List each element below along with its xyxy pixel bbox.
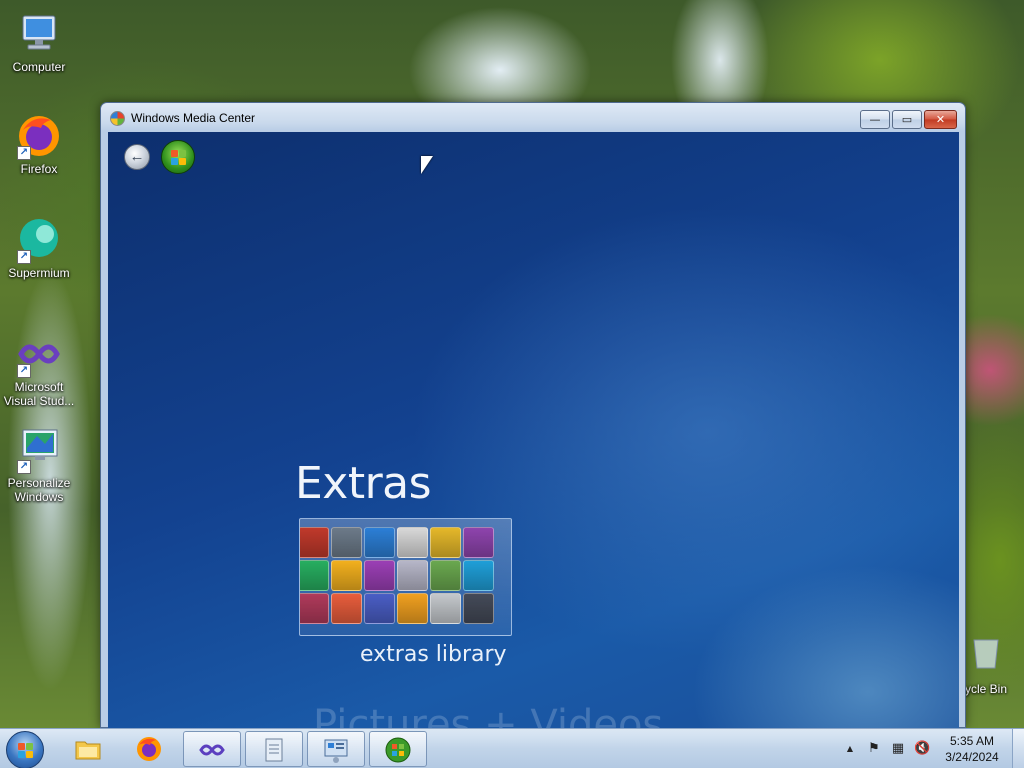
extras-app-tile bbox=[430, 560, 461, 591]
mouse-cursor-icon bbox=[421, 156, 433, 174]
show-hidden-icons-button[interactable]: ▲ bbox=[842, 741, 858, 757]
volume-muted-icon[interactable]: 🔇 bbox=[914, 741, 930, 757]
extras-app-tile bbox=[364, 560, 395, 591]
extras-app-tile bbox=[300, 560, 329, 591]
desktop-icon-label: Microsoft Visual Stud... bbox=[3, 380, 75, 408]
shortcut-arrow-icon: ↗ bbox=[17, 146, 31, 160]
extras-app-tile bbox=[397, 560, 428, 591]
document-icon bbox=[265, 738, 283, 762]
folder-icon bbox=[75, 741, 101, 760]
media-center-start-button[interactable] bbox=[161, 140, 195, 174]
extras-app-tile bbox=[331, 593, 362, 624]
recycle-bin-icon bbox=[966, 632, 1014, 680]
maximize-icon: ▭ bbox=[901, 113, 913, 126]
window-titlebar[interactable]: Windows Media Center — ▭ ✕ bbox=[101, 103, 965, 133]
extras-library-tile[interactable] bbox=[299, 518, 512, 636]
network-icon[interactable]: ▦ bbox=[890, 741, 906, 757]
personalize-icon: ↗ bbox=[15, 426, 63, 474]
windows-logo-icon bbox=[171, 150, 187, 166]
desktop-icon-supermium[interactable]: ↗ Supermium bbox=[1, 216, 77, 280]
firefox-icon: ↗ bbox=[15, 112, 63, 160]
extras-library-label[interactable]: extras library bbox=[360, 642, 507, 667]
back-arrow-icon: ← bbox=[129, 148, 145, 165]
taskbar-document-button[interactable] bbox=[245, 731, 303, 767]
shortcut-arrow-icon: ↗ bbox=[17, 250, 31, 264]
back-button[interactable]: ← bbox=[124, 144, 150, 170]
close-button[interactable]: ✕ bbox=[924, 110, 957, 129]
action-center-flag-icon[interactable]: ⚑ bbox=[866, 741, 882, 757]
extras-app-tile bbox=[430, 593, 461, 624]
windows-logo-icon bbox=[18, 743, 34, 759]
extras-app-tile bbox=[331, 527, 362, 558]
extras-app-tile bbox=[463, 527, 494, 558]
desktop-icon-computer[interactable]: Computer bbox=[1, 10, 77, 74]
pictures-videos-label[interactable]: Pictures + Videos bbox=[313, 702, 663, 728]
desktop-icon-label: Personalize Windows bbox=[7, 476, 71, 504]
show-desktop-button[interactable] bbox=[1012, 729, 1024, 768]
extras-app-tile bbox=[397, 593, 428, 624]
taskbar-media-center-button[interactable] bbox=[369, 731, 427, 767]
extras-app-tile bbox=[364, 593, 395, 624]
media-center-icon bbox=[110, 111, 125, 126]
extras-app-tile bbox=[300, 593, 329, 624]
firefox-icon bbox=[137, 737, 161, 761]
start-button[interactable] bbox=[6, 731, 44, 768]
close-icon: ✕ bbox=[935, 113, 946, 126]
desktop-icon-personalize[interactable]: ↗ Personalize Windows bbox=[1, 426, 77, 504]
minimize-icon: — bbox=[869, 113, 881, 126]
clock-date: 3/24/2024 bbox=[945, 750, 999, 764]
desktop-icon-visual-studio[interactable]: ↗ Microsoft Visual Stud... bbox=[1, 330, 77, 408]
extras-app-tile bbox=[397, 527, 428, 558]
desktop-icon-label: Firefox bbox=[20, 162, 58, 176]
window-title: Windows Media Center bbox=[131, 111, 256, 125]
extras-app-tile bbox=[364, 527, 395, 558]
extras-app-tile bbox=[463, 593, 494, 624]
shortcut-arrow-icon: ↗ bbox=[17, 460, 31, 474]
computer-icon bbox=[15, 10, 63, 58]
extras-app-tile bbox=[430, 527, 461, 558]
control-panel-icon bbox=[324, 739, 348, 763]
desktop-icon-label: Computer bbox=[12, 60, 66, 74]
shortcut-arrow-icon: ↗ bbox=[17, 364, 31, 378]
taskbar-firefox-button[interactable] bbox=[121, 731, 179, 767]
taskbar-visual-studio-button[interactable] bbox=[183, 731, 241, 767]
supermium-icon: ↗ bbox=[15, 216, 63, 264]
clock[interactable]: 5:35 AM 3/24/2024 bbox=[940, 733, 1004, 765]
visual-studio-icon: ↗ bbox=[15, 330, 63, 378]
extras-app-tile bbox=[300, 527, 329, 558]
maximize-button[interactable]: ▭ bbox=[892, 110, 922, 129]
desktop-icon-firefox[interactable]: ↗ Firefox bbox=[1, 112, 77, 176]
clock-time: 5:35 AM bbox=[949, 734, 995, 748]
media-center-window: Windows Media Center — ▭ ✕ ← Extras extr… bbox=[100, 102, 966, 728]
taskbar-control-panel-button[interactable] bbox=[307, 731, 365, 767]
media-center-icon bbox=[385, 737, 411, 763]
visual-studio-icon bbox=[199, 744, 225, 756]
extras-app-tile bbox=[463, 560, 494, 591]
extras-app-tile bbox=[331, 560, 362, 591]
media-center-content: ← Extras extras library Pictures + Video… bbox=[108, 132, 959, 728]
taskbar-explorer-button[interactable] bbox=[60, 731, 118, 767]
minimize-button[interactable]: — bbox=[860, 110, 890, 129]
taskbar: ▲ ⚑ ▦ 🔇 5:35 AM 3/24/2024 bbox=[0, 728, 1024, 768]
section-title: Extras bbox=[295, 458, 432, 509]
desktop-icon-label: Supermium bbox=[8, 266, 70, 280]
